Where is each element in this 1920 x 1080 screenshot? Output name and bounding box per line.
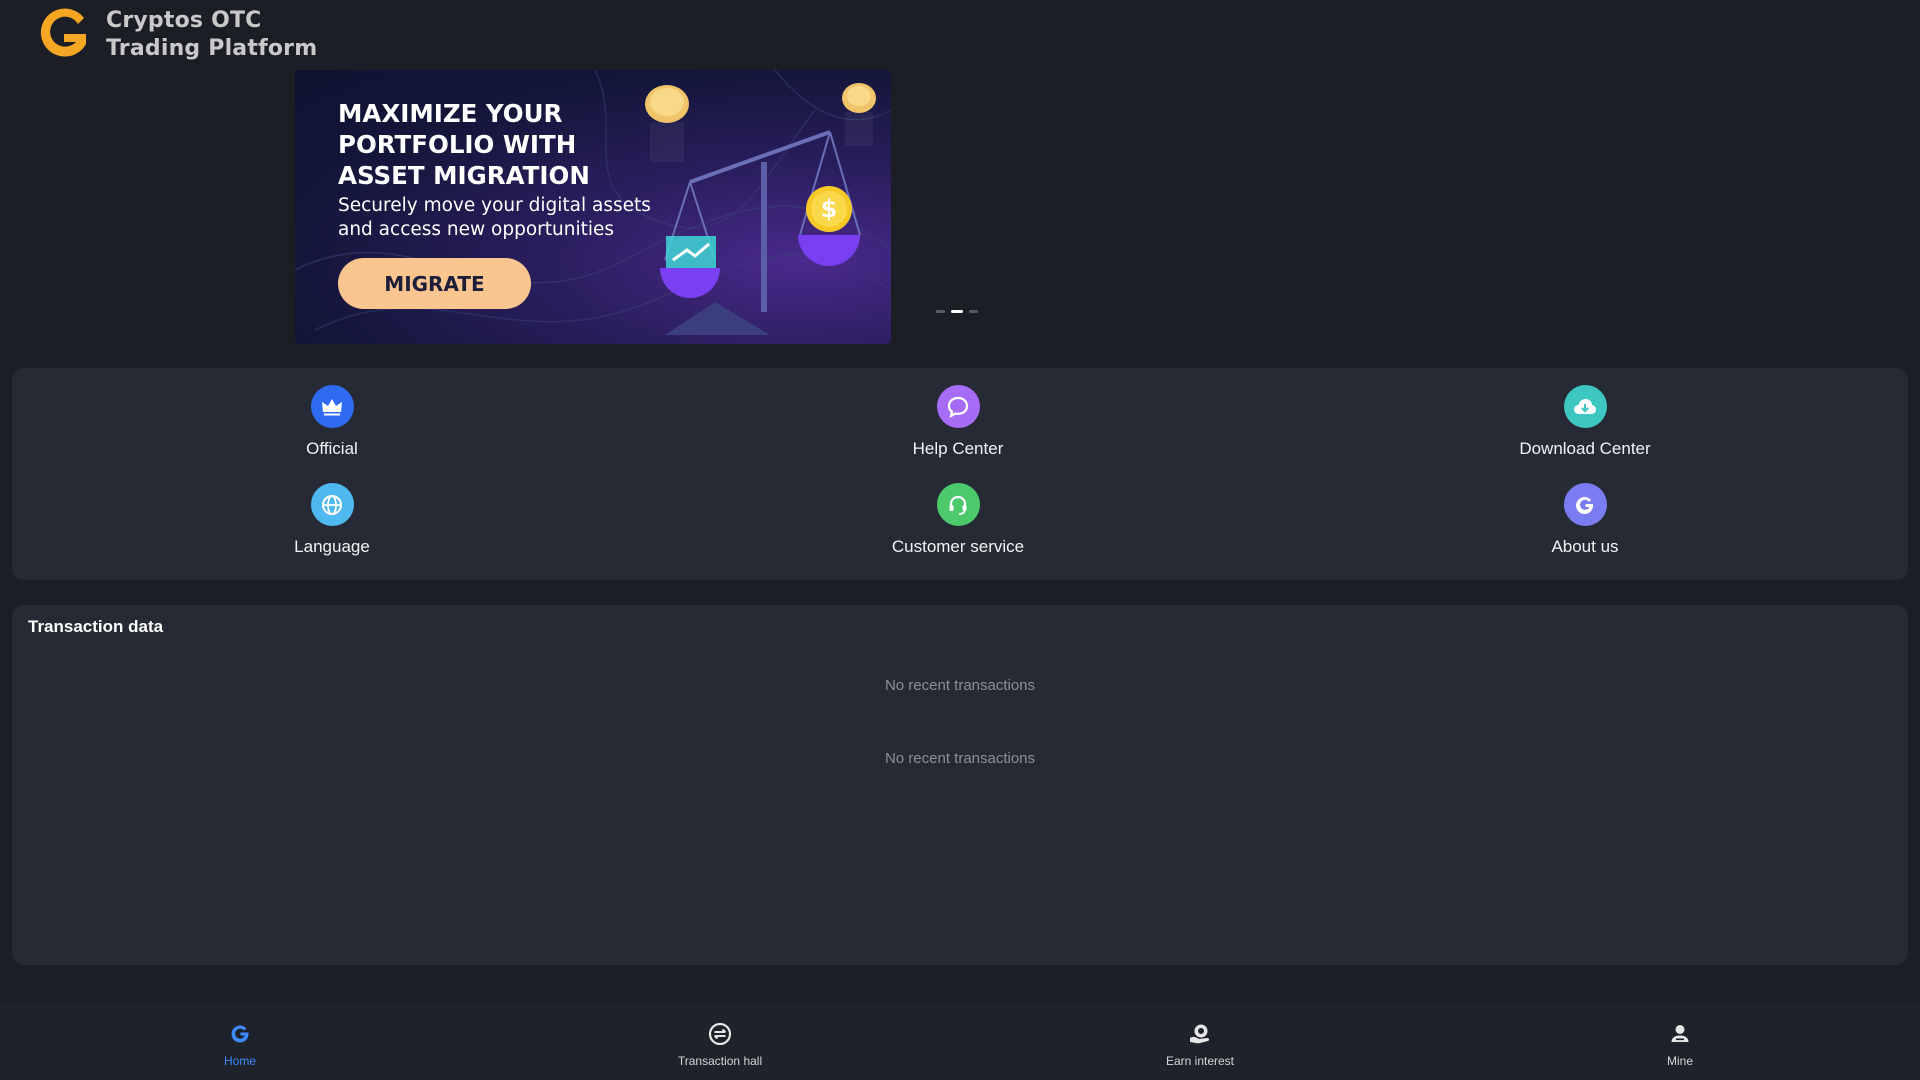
transaction-data-title: Transaction data (28, 617, 164, 636)
g-logo-icon (1563, 483, 1607, 526)
chat-bubble-icon (936, 385, 980, 428)
nav-label-earn-interest: Earn interest (1165, 1053, 1235, 1068)
banner-title-line-1: MAXIMIZE YOUR (338, 99, 563, 128)
carousel-dot[interactable] (936, 310, 945, 313)
globe-icon (310, 483, 354, 526)
g-logo-icon (40, 8, 86, 57)
brand-line-2: Trading Platform (106, 36, 318, 61)
banner-subtitle-line-1: Securely move your digital assets (338, 195, 651, 216)
banner-subtitle-line-2: and access new opportunities (338, 219, 615, 240)
brand-line-1: Cryptos OTC (106, 8, 262, 33)
bottom-navigation: Home Transaction hall Earn interest Mine (0, 1003, 1920, 1080)
interest-icon (1186, 1020, 1214, 1048)
menu-label-customer-service: Customer service (891, 537, 1025, 556)
quick-menu-panel: Official Help Center Download Center Lan… (12, 368, 1908, 580)
promo-banner[interactable]: $ MAXIMIZE YOUR PORTFOLIO WITH ASSET MIG… (295, 70, 891, 344)
transaction-data-panel: Transaction data No recent transactions … (12, 605, 1908, 965)
migrate-button[interactable]: MIGRATE (338, 258, 531, 309)
banner-subtitle: Securely move your digital assets and ac… (338, 194, 678, 242)
menu-label-about-us: About us (1551, 537, 1619, 556)
user-icon (1666, 1020, 1694, 1048)
menu-item-about-us[interactable]: About us (1435, 483, 1735, 563)
banner-title: MAXIMIZE YOUR PORTFOLIO WITH ASSET MIGRA… (338, 98, 638, 191)
menu-item-language[interactable]: Language (182, 483, 482, 563)
menu-label-official: Official (306, 439, 358, 458)
menu-item-customer-service[interactable]: Customer service (808, 483, 1108, 563)
nav-item-transaction-hall[interactable]: Transaction hall (480, 1003, 960, 1080)
headset-icon (936, 483, 980, 526)
menu-item-help-center[interactable]: Help Center (808, 385, 1108, 465)
banner-title-line-2: PORTFOLIO WITH (338, 130, 577, 159)
crown-icon (310, 385, 354, 428)
nav-item-mine[interactable]: Mine (1440, 1003, 1920, 1080)
exchange-icon (706, 1020, 734, 1048)
nav-item-home[interactable]: Home (0, 1003, 480, 1080)
cloud-download-icon (1563, 385, 1607, 428)
carousel-dot[interactable] (969, 310, 978, 313)
nav-label-mine: Mine (1666, 1053, 1693, 1068)
empty-state-message: No recent transactions (884, 750, 1036, 767)
empty-state-message: No recent transactions (884, 677, 1036, 694)
carousel-dot-active[interactable] (951, 310, 963, 313)
carousel-indicators (936, 310, 978, 313)
menu-label-download-center: Download Center (1519, 439, 1651, 458)
app-logo[interactable]: Cryptos OTC Trading Platform (34, 4, 317, 66)
coin-dollar-sign: $ (820, 195, 838, 223)
nav-label-home: Home (223, 1053, 256, 1068)
banner-title-line-3: ASSET MIGRATION (338, 161, 590, 190)
menu-item-official[interactable]: Official (182, 385, 482, 465)
brand-name: Cryptos OTC Trading Platform (106, 7, 317, 63)
menu-label-help-center: Help Center (912, 439, 1004, 458)
nav-item-earn-interest[interactable]: Earn interest (960, 1003, 1440, 1080)
menu-label-language: Language (294, 537, 370, 556)
nav-label-transaction-hall: Transaction hall (677, 1053, 763, 1068)
menu-item-download-center[interactable]: Download Center (1435, 385, 1735, 465)
home-g-icon (226, 1020, 254, 1048)
